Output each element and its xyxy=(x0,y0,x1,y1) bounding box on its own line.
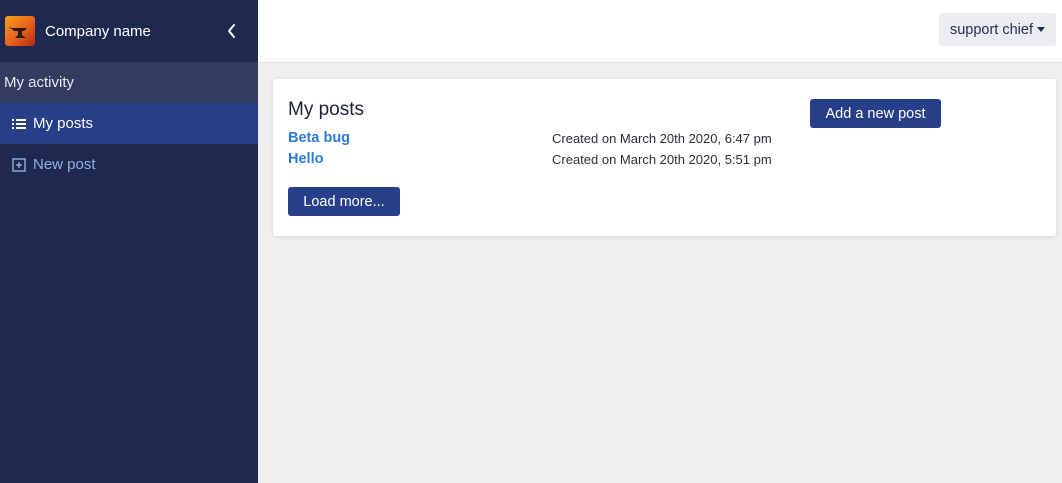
posts-card: My posts Add a new post Beta bug Created… xyxy=(273,79,1056,236)
post-title-link[interactable]: Beta bug xyxy=(288,130,350,146)
plus-square-icon xyxy=(12,157,26,172)
post-title-link[interactable]: Hello xyxy=(288,151,323,167)
load-more-button[interactable]: Load more... xyxy=(288,187,400,216)
topbar: support chief xyxy=(258,0,1062,63)
user-menu-label: support chief xyxy=(949,21,1033,38)
main-content: My posts Add a new post Beta bug Created… xyxy=(258,64,1062,483)
sidebar: Company name My activity My posts New po… xyxy=(0,0,258,483)
post-row: Beta bug Created on March 20th 2020, 6:4… xyxy=(288,130,808,150)
sidebar-item-label: My posts xyxy=(33,115,94,132)
anvil-logo-icon xyxy=(5,16,35,46)
add-new-post-button[interactable]: Add a new post xyxy=(810,99,941,128)
section-my-activity: My activity xyxy=(0,62,258,103)
sidebar-item-my-posts[interactable]: My posts xyxy=(0,103,258,144)
brand: Company name xyxy=(0,0,258,62)
post-created-date: Created on March 20th 2020, 5:51 pm xyxy=(552,152,772,167)
list-icon xyxy=(12,117,26,131)
caret-down-icon xyxy=(1037,27,1045,32)
company-name: Company name xyxy=(45,22,151,40)
card-title: My posts xyxy=(288,99,365,120)
chevron-left-icon[interactable] xyxy=(224,21,240,41)
sidebar-item-label: New post xyxy=(33,156,96,173)
user-menu-dropdown[interactable]: support chief xyxy=(938,13,1056,46)
post-created-date: Created on March 20th 2020, 6:47 pm xyxy=(552,131,772,146)
sidebar-item-new-post[interactable]: New post xyxy=(0,144,258,185)
post-row: Hello Created on March 20th 2020, 5:51 p… xyxy=(288,151,808,171)
